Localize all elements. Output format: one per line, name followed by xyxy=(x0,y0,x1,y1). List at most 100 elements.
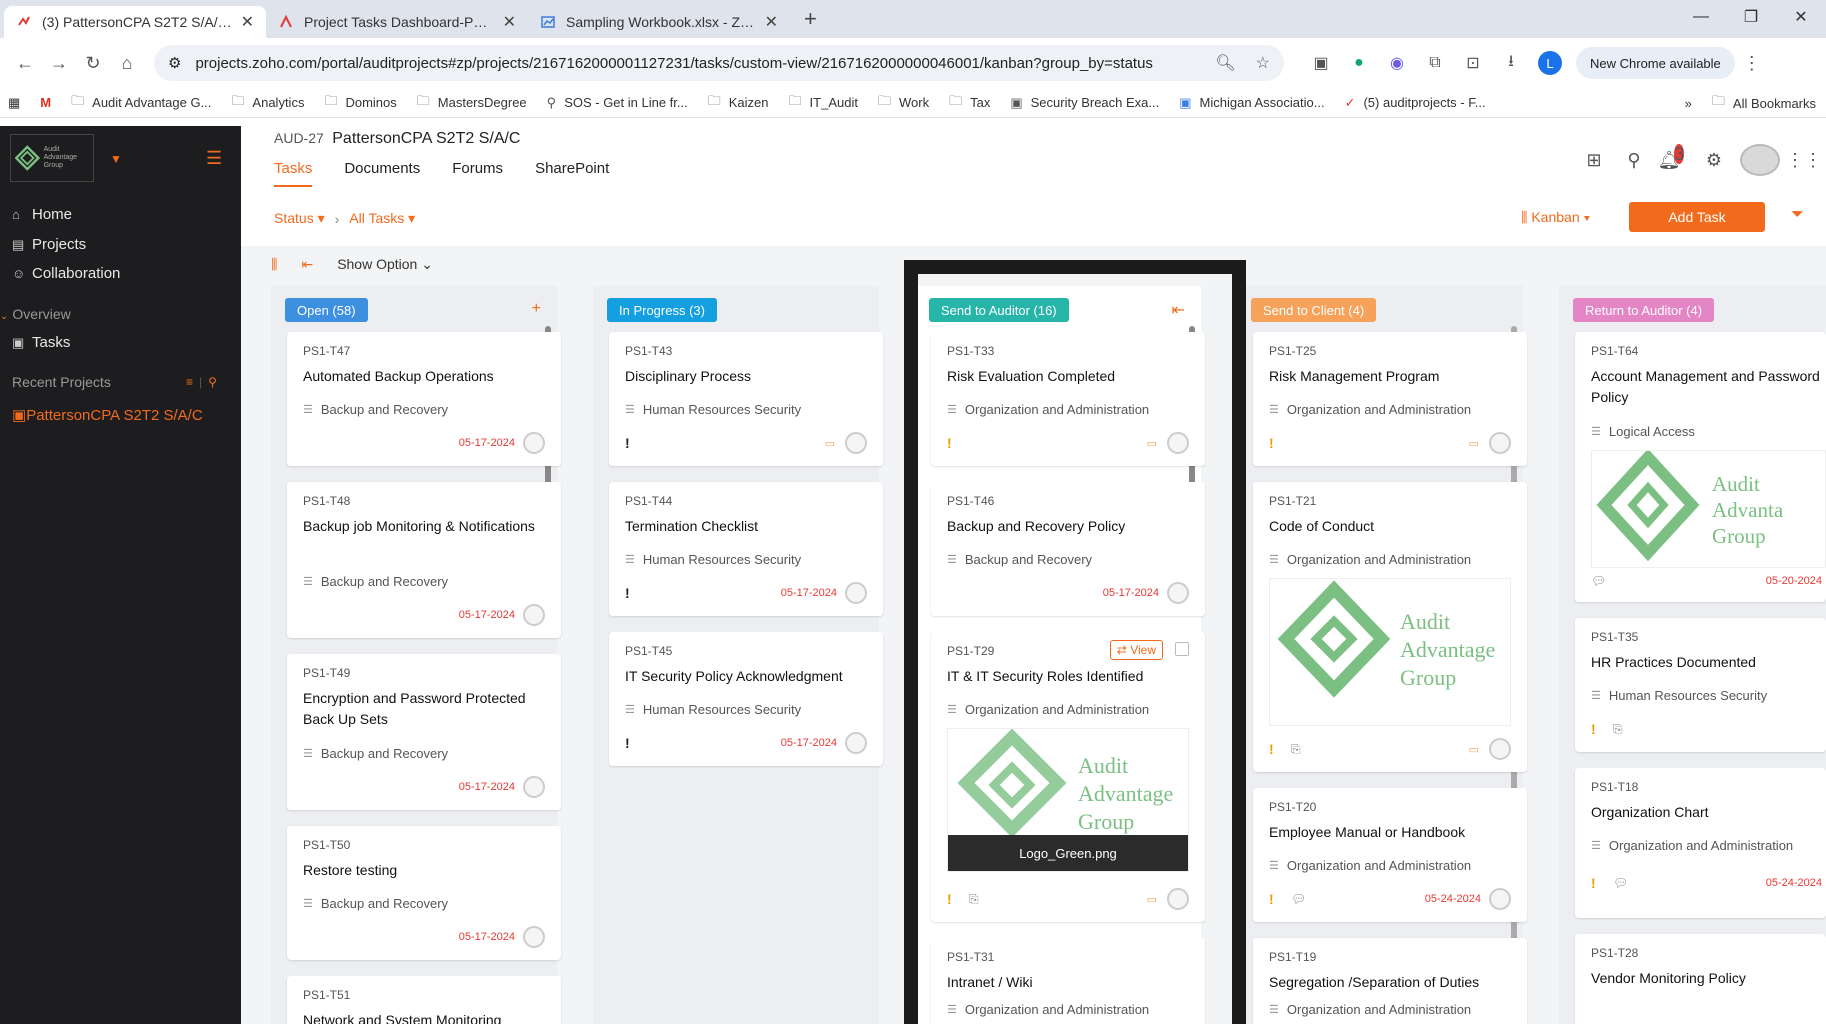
gmail-icon[interactable]: M xyxy=(40,95,51,110)
add-icon[interactable]: ⊞ xyxy=(1574,150,1614,171)
all-bookmarks[interactable]: 🗀︎ All Bookmarks xyxy=(1712,92,1816,114)
tab-documents[interactable]: Documents xyxy=(344,160,420,187)
search-icon[interactable]: ⚲ xyxy=(1614,150,1654,171)
tab-search-icon[interactable]: ⊡ xyxy=(1454,53,1492,73)
chrome-menu-icon[interactable]: ⋮ xyxy=(1735,53,1769,74)
bookmark-folder[interactable]: 🗀︎ Dominos xyxy=(324,92,396,114)
assignee-avatar[interactable] xyxy=(523,926,545,948)
nav-projects[interactable]: ▤ Projects xyxy=(12,236,86,253)
bookmark-folder[interactable]: 🗀︎ Work xyxy=(878,92,929,114)
column-header[interactable]: Send to Client (4) xyxy=(1251,298,1377,322)
back-icon[interactable]: ← xyxy=(8,53,42,74)
reload-icon[interactable]: ↻ xyxy=(76,53,110,74)
assignee-avatar[interactable] xyxy=(845,582,867,604)
view-dropdown[interactable]: ⫼ Kanban ▾ xyxy=(1521,209,1590,226)
bookmark-folder[interactable]: 🗀︎ Tax xyxy=(949,92,990,114)
user-avatar[interactable] xyxy=(1740,144,1780,176)
bell-icon[interactable]: 🔔︎3 xyxy=(1654,143,1694,171)
assignee-avatar[interactable] xyxy=(845,732,867,754)
collapse-columns-icon[interactable]: ⇤ xyxy=(301,256,313,273)
task-card[interactable]: PS1-T25 Risk Management Program ☰ Organiz… xyxy=(1253,332,1527,466)
site-info-icon[interactable]: ⚙ xyxy=(168,54,181,72)
status-dropdown[interactable]: Status ▾ xyxy=(274,210,325,227)
all-tasks-dropdown[interactable]: All Tasks ▾ xyxy=(349,210,415,227)
new-tab-icon[interactable]: + xyxy=(804,6,817,32)
collapse-menu-icon[interactable]: ☰ xyxy=(206,148,222,169)
puzzle-icon[interactable]: ⧉ xyxy=(1416,54,1454,72)
bookmark-folder[interactable]: 🗀︎ Analytics xyxy=(231,92,304,114)
add-card-icon[interactable]: + xyxy=(532,300,541,318)
assignee-avatar[interactable] xyxy=(1489,888,1511,910)
zoom-search-icon[interactable]: 🔍︎ xyxy=(1215,53,1235,73)
more-bookmarks-icon[interactable]: » xyxy=(1685,96,1692,111)
close-tab-icon[interactable]: ✕ xyxy=(765,12,778,32)
assignee-avatar[interactable] xyxy=(845,432,867,454)
task-card[interactable]: PS1-T64 Account Management and Password … xyxy=(1575,332,1826,602)
nav-home[interactable]: ⌂ Home xyxy=(12,206,72,223)
task-card[interactable]: PS1-T49 Encryption and Password Protecte… xyxy=(287,654,561,810)
sort-icon[interactable]: ≡ xyxy=(186,375,193,389)
company-logo[interactable]: Audit Advantage Group xyxy=(10,134,94,182)
restore-icon[interactable]: ❐ xyxy=(1726,7,1776,27)
task-card[interactable]: PS1-T45 IT Security Policy Acknowledgmen… xyxy=(609,632,883,766)
column-header[interactable]: Return to Auditor (4) xyxy=(1573,298,1715,322)
task-card[interactable]: PS1-T28 Vendor Monitoring Policy xyxy=(1575,934,1826,1024)
recent-project-link[interactable]: ▣ PattersonCPA S2T2 S/A/C xyxy=(12,406,203,425)
minimize-icon[interactable]: — xyxy=(1676,8,1726,26)
bookmark-folder[interactable]: 🗀︎ Audit Advantage G... xyxy=(71,92,211,114)
portal-switch-icon[interactable]: ▼ xyxy=(110,152,122,166)
extension-icon[interactable]: ▣ xyxy=(1302,53,1340,73)
bookmark-link[interactable]: ▣ Michigan Associatio... xyxy=(1179,95,1324,111)
bookmark-star-icon[interactable]: ☆ xyxy=(1256,53,1270,73)
bookmark-link[interactable]: ▣ Security Breach Exa... xyxy=(1010,95,1159,111)
column-header[interactable]: Open (58) xyxy=(285,298,368,322)
task-card[interactable]: PS1-T35 HR Practices Documented ☰ Human R… xyxy=(1575,618,1826,752)
extension-icon[interactable]: ◉ xyxy=(1378,53,1416,73)
task-card[interactable]: PS1-T18 Organization Chart ☰ Organization… xyxy=(1575,768,1826,918)
add-task-button[interactable]: Add Task xyxy=(1629,202,1765,232)
show-option-dropdown[interactable]: Show Option ⌄ xyxy=(337,256,433,273)
bookmark-folder[interactable]: 🗀︎ MastersDegree xyxy=(417,92,527,114)
bookmark-folder[interactable]: 🗀︎ IT_Audit xyxy=(789,92,858,114)
gear-icon[interactable]: ⚙ xyxy=(1694,150,1734,171)
browser-tab[interactable]: (3) PattersonCPA S2T2 S/A/C - Z ✕ xyxy=(4,6,266,38)
search-icon[interactable]: ⚲ xyxy=(208,375,217,389)
task-card[interactable]: PS1-T19 Segregation /Separation of Dutie… xyxy=(1253,938,1527,1024)
omnibox[interactable]: ⚙ projects.zoho.com/portal/auditprojects… xyxy=(154,45,1284,81)
task-card[interactable]: PS1-T50 Restore testing ☰ Backup and Reco… xyxy=(287,826,561,960)
download-icon[interactable]: ⭳ xyxy=(1492,50,1530,77)
task-card[interactable]: PS1-T47 Automated Backup Operations ☰ Bac… xyxy=(287,332,561,466)
home-icon[interactable]: ⌂ xyxy=(110,53,144,74)
assignee-avatar[interactable] xyxy=(1489,432,1511,454)
tab-tasks[interactable]: Tasks xyxy=(274,160,313,187)
forward-icon[interactable]: → xyxy=(42,53,76,74)
assignee-avatar[interactable] xyxy=(1489,738,1511,760)
overview-section[interactable]: ⌄ Overview xyxy=(0,306,71,322)
close-tab-icon[interactable]: ✕ xyxy=(241,12,254,32)
apps-grid-icon[interactable]: ⋮⋮⋮ xyxy=(1786,150,1826,171)
assignee-avatar[interactable] xyxy=(523,776,545,798)
nav-collaboration[interactable]: ☺ Collaboration xyxy=(12,265,120,282)
tab-forums[interactable]: Forums xyxy=(452,160,503,187)
attachment-preview[interactable]: Audit Advanta Group xyxy=(1591,450,1826,568)
nav-tasks[interactable]: ▣ Tasks xyxy=(12,334,70,351)
bookmark-link[interactable]: ⚲ SOS - Get in Line fr... xyxy=(547,95,688,111)
apps-grid-icon[interactable]: ▦ xyxy=(8,95,20,111)
close-window-icon[interactable]: ✕ xyxy=(1776,7,1826,27)
close-tab-icon[interactable]: ✕ xyxy=(503,12,516,32)
task-card[interactable]: PS1-T21 Code of Conduct ☰ Organization an… xyxy=(1253,482,1527,772)
assignee-avatar[interactable] xyxy=(523,604,545,626)
bookmark-link[interactable]: ✓ (5) auditprojects - F... xyxy=(1345,95,1486,111)
task-card[interactable]: PS1-T43 Disciplinary Process ☰ Human Reso… xyxy=(609,332,883,466)
filter-icon[interactable]: ⏷ xyxy=(1791,206,1804,224)
url-text[interactable]: projects.zoho.com/portal/auditprojects#z… xyxy=(195,55,1195,72)
task-card[interactable]: PS1-T48 Backup job Monitoring & Notifica… xyxy=(287,482,561,638)
assignee-avatar[interactable] xyxy=(523,432,545,454)
attachment-preview[interactable]: Audit Advantage Group xyxy=(1269,578,1511,726)
browser-tab[interactable]: Sampling Workbook.xlsx - Zoho ✕ xyxy=(528,6,790,38)
new-chrome-button[interactable]: New Chrome available xyxy=(1576,47,1735,79)
task-card[interactable]: PS1-T20 Employee Manual or Handbook ☰ Org… xyxy=(1253,788,1527,922)
column-header[interactable]: In Progress (3) xyxy=(607,298,717,322)
task-card[interactable]: PS1-T44 Termination Checklist ☰ Human Res… xyxy=(609,482,883,616)
grammarly-icon[interactable]: ● xyxy=(1340,54,1378,72)
